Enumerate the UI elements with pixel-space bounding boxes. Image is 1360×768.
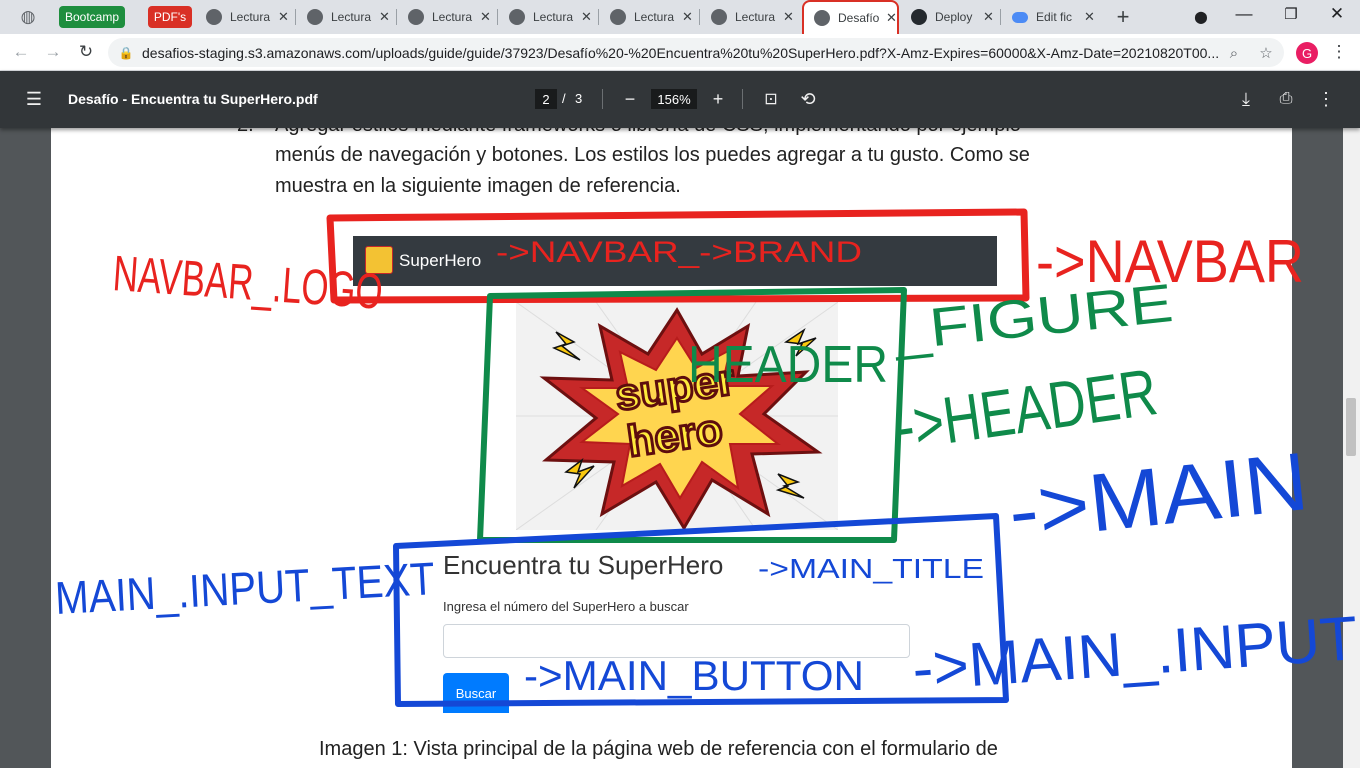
cloud-icon — [1012, 11, 1028, 23]
reference-search-button: Buscar — [443, 673, 509, 713]
tab-desafio-active[interactable]: Desafío ✕ — [802, 0, 899, 34]
browser-menu-icon[interactable]: ⋮ — [1327, 40, 1351, 64]
tab-label: Edit fic — [1036, 10, 1073, 24]
divider — [742, 89, 743, 109]
tab-edit-file[interactable]: Edit fic ✕ — [1002, 0, 1102, 34]
zoom-out-icon[interactable]: − — [618, 87, 642, 111]
tab-strip: ◍ Bootcamp PDF's Lectura ✕ Lectura ✕ Lec… — [0, 0, 1360, 34]
pdf-page: 2. Agregar estilos mediante frameworks o… — [51, 128, 1292, 768]
list-number: 2. — [237, 128, 254, 141]
tab-label: Lectura — [331, 10, 372, 24]
globe-icon — [814, 10, 830, 26]
close-icon[interactable]: ✕ — [783, 9, 794, 25]
page-total: 3 — [575, 91, 583, 106]
tab-label: Lectura — [230, 10, 271, 24]
close-icon[interactable]: ✕ — [581, 9, 592, 25]
globe-icon — [610, 9, 626, 25]
tab-group-pdfs[interactable]: PDF's — [148, 6, 192, 28]
bookmark-star-icon[interactable]: ☆ — [1254, 41, 1278, 65]
scrollbar[interactable] — [1343, 128, 1360, 768]
scrollbar-thumb[interactable] — [1346, 398, 1356, 456]
restore-button[interactable]: ❐ — [1279, 2, 1303, 26]
tab-label: Lectura — [533, 10, 574, 24]
browser-toolbar: ← → ↻ 🔒 desafios-staging.s3.amazonaws.co… — [0, 34, 1360, 71]
globe-icon — [711, 9, 727, 25]
globe-icon — [206, 9, 222, 25]
more-options-icon[interactable]: ⋮ — [1314, 87, 1338, 111]
close-icon[interactable]: ✕ — [983, 9, 994, 25]
pdf-toolbar: ☰ Desafío - Encuentra tu SuperHero.pdf 2… — [0, 71, 1360, 128]
close-icon[interactable]: ✕ — [379, 9, 390, 25]
paragraph-line-3: muestra en la siguiente imagen de refere… — [275, 175, 681, 197]
comic-burst-illustration: super hero — [516, 302, 838, 530]
figure-caption: Imagen 1: Vista principal de la página w… — [319, 738, 998, 760]
page-number-input[interactable]: 2 — [535, 89, 557, 109]
profile-avatar[interactable]: G — [1296, 42, 1318, 64]
globe-icon — [509, 9, 525, 25]
reload-icon[interactable]: ↻ — [74, 40, 98, 64]
tab-label: Desafío — [838, 11, 880, 25]
reference-search-input — [443, 624, 910, 658]
tab-lectura-6[interactable]: Lectura ✕ — [701, 0, 801, 34]
close-icon[interactable]: ✕ — [1084, 9, 1095, 25]
reference-navbar: SuperHero — [353, 236, 997, 286]
tab-label: Lectura — [634, 10, 675, 24]
rotate-icon[interactable]: ⟲ — [796, 87, 820, 111]
zoom-icon[interactable]: ⌕ — [1222, 41, 1246, 65]
reference-hero-image: super hero — [516, 302, 838, 530]
new-tab-button[interactable]: + — [1111, 4, 1135, 29]
globe-icon — [408, 9, 424, 25]
reference-brand: SuperHero — [399, 251, 482, 270]
tab-group-bootcamp[interactable]: Bootcamp — [59, 6, 125, 28]
back-icon[interactable]: ← — [9, 40, 33, 64]
superhero-logo-icon — [365, 246, 393, 274]
tab-deploy[interactable]: Deploy ✕ — [901, 0, 1001, 34]
tab-lectura-3[interactable]: Lectura ✕ — [398, 0, 498, 34]
close-icon[interactable]: ✕ — [886, 10, 897, 26]
tab-search-icon[interactable]: ⬤ — [1189, 5, 1213, 29]
forward-icon[interactable]: → — [41, 40, 65, 64]
download-icon[interactable]: ⤓ — [1234, 87, 1258, 111]
zoom-in-icon[interactable]: + — [706, 87, 730, 111]
github-icon — [911, 9, 927, 25]
divider — [602, 89, 603, 109]
tab-lectura-5[interactable]: Lectura ✕ — [600, 0, 700, 34]
page-separator: / — [562, 91, 566, 106]
tab-lectura-1[interactable]: Lectura ✕ — [196, 0, 296, 34]
url-text[interactable]: desafios-staging.s3.amazonaws.com/upload… — [142, 45, 1222, 61]
paragraph-line-2: menús de navegación y botones. Los estil… — [275, 144, 1030, 166]
close-icon[interactable]: ✕ — [278, 9, 289, 25]
reference-main-title: Encuentra tu SuperHero — [443, 550, 724, 580]
globe-icon[interactable]: ◍ — [16, 5, 40, 29]
address-bar[interactable]: 🔒 desafios-staging.s3.amazonaws.com/uplo… — [108, 38, 1284, 67]
pdf-title: Desafío - Encuentra tu SuperHero.pdf — [68, 91, 318, 107]
close-icon[interactable]: ✕ — [480, 9, 491, 25]
reference-input-label: Ingresa el número del SuperHero a buscar — [443, 599, 689, 614]
tab-label: Deploy — [935, 10, 973, 24]
close-window-button[interactable]: ✕ — [1325, 2, 1349, 26]
minimize-button[interactable]: — — [1232, 2, 1256, 26]
tab-label: Lectura — [432, 10, 473, 24]
zoom-level-input[interactable]: 156% — [651, 89, 697, 109]
tab-label: Lectura — [735, 10, 776, 24]
hamburger-menu-icon[interactable]: ☰ — [22, 87, 46, 111]
tab-lectura-2[interactable]: Lectura ✕ — [297, 0, 397, 34]
fit-page-icon[interactable]: ⊡ — [759, 87, 783, 111]
print-icon[interactable]: ⎙ — [1274, 87, 1298, 111]
tab-lectura-4[interactable]: Lectura ✕ — [499, 0, 599, 34]
lock-icon[interactable]: 🔒 — [114, 41, 138, 65]
close-icon[interactable]: ✕ — [682, 9, 693, 25]
globe-icon — [307, 9, 323, 25]
